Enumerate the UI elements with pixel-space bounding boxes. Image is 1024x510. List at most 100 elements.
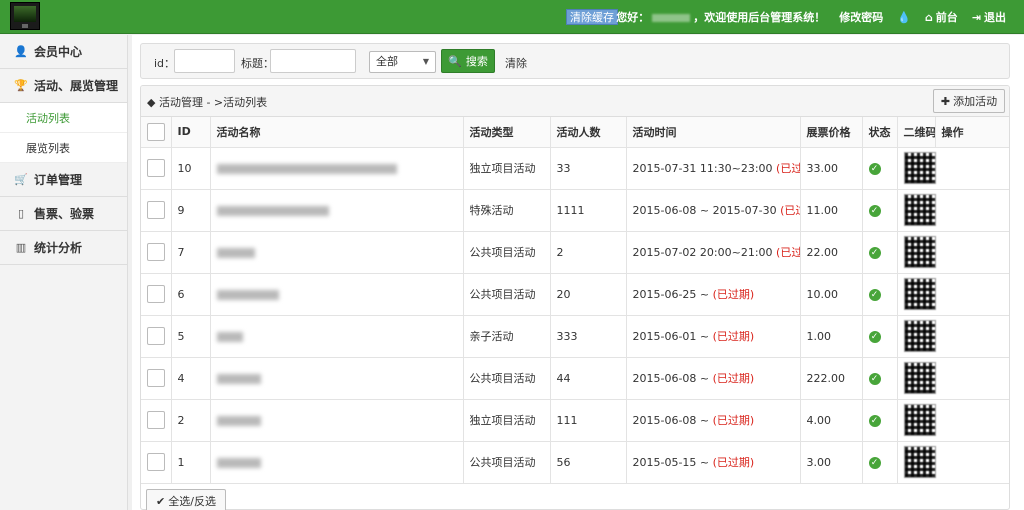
row-checkbox-cell[interactable] [141, 315, 172, 358]
row-id: 10 [171, 147, 211, 190]
sidebar-item-order-management[interactable]: 🛒 订单管理 [0, 163, 127, 197]
qrcode-image[interactable] [903, 194, 936, 226]
panel-header: ◆ 活动管理 - >活动列表 ✚ 添加活动 [141, 86, 1009, 117]
row-count: 111 [550, 399, 627, 442]
type-select[interactable]: 全部 ▼ [369, 51, 436, 73]
qrcode-image[interactable] [903, 362, 936, 394]
expired-tag: (已过期) [776, 162, 799, 175]
row-status: ✓ [862, 189, 898, 232]
row-qrcode [897, 147, 1009, 190]
row-qrcode [897, 189, 1009, 232]
row-qrcode [897, 441, 1009, 484]
qrcode-image[interactable] [903, 404, 936, 436]
title-input[interactable] [270, 49, 356, 73]
name-blurred [216, 457, 261, 468]
select-all-button[interactable]: ✔ 全选/反选 [146, 489, 226, 510]
row-price: 11.00 [800, 189, 863, 232]
row-checkbox[interactable] [147, 201, 165, 219]
activity-table: ID 活动名称 活动类型 活动人数 活动时间 展票价格 状态 二维码 操作 10… [141, 117, 1009, 484]
row-checkbox-cell[interactable] [141, 273, 172, 316]
row-type: 独立项目活动 [463, 147, 551, 190]
col-type: 活动类型 [463, 117, 551, 148]
expired-tag: (已过期) [712, 456, 755, 469]
username-blurred [652, 14, 691, 22]
search-button[interactable]: 🔍 搜索 [441, 49, 495, 73]
check-circle-icon: ✓ [868, 289, 881, 301]
expired-tag: (已过期) [712, 288, 755, 301]
sidebar-item-statistics[interactable]: ▥ 统计分析 [0, 231, 127, 265]
row-time: 2015-06-08 ~ 2015-07-30 (已过期) [626, 189, 801, 232]
table-row: 2 独立项目活动 111 2015-06-08 ~ (已过期) 4.00 ✓ ✎… [141, 399, 1009, 442]
name-blurred [216, 163, 397, 174]
row-checkbox-cell[interactable] [141, 441, 172, 484]
row-price: 3.00 [800, 441, 863, 484]
user-icon: 👤 [14, 45, 28, 58]
expired-tag: (已过期) [712, 414, 755, 427]
qrcode-image[interactable] [903, 236, 936, 268]
col-actions: 操作 [935, 117, 1009, 148]
header-checkbox[interactable] [147, 122, 165, 141]
expired-tag: (已过期) [712, 372, 755, 385]
id-input[interactable] [174, 49, 235, 73]
sidebar-sub-exhibition-list[interactable]: 展览列表 [0, 133, 127, 163]
row-checkbox-cell[interactable] [141, 399, 172, 442]
row-checkbox[interactable] [147, 369, 165, 387]
col-id: ID [171, 117, 211, 148]
row-checkbox[interactable] [147, 327, 165, 345]
name-blurred [216, 415, 261, 426]
qrcode-image[interactable] [903, 278, 936, 310]
row-price: 22.00 [800, 231, 863, 274]
row-qrcode [897, 315, 1009, 358]
header-checkbox-cell[interactable] [141, 117, 172, 148]
qrcode-image[interactable] [903, 446, 936, 478]
ticket-icon: ▯ [17, 207, 25, 220]
qrcode-image[interactable] [903, 152, 936, 184]
clear-cache-button[interactable]: 清除缓存 [566, 9, 618, 25]
row-price: 222.00 [800, 357, 863, 400]
clear-button[interactable]: 清除 [505, 55, 527, 71]
row-checkbox-cell[interactable] [141, 231, 172, 274]
table-row: 10 独立项目活动 33 2015-07-31 11:30~23:00 (已过期… [141, 147, 1009, 190]
row-checkbox[interactable] [147, 411, 165, 429]
name-blurred [216, 331, 243, 342]
sidebar-sub-activity-list[interactable]: 活动列表 [0, 103, 127, 133]
row-checkbox[interactable] [147, 243, 165, 261]
main-content: id： 标题： 全部 ▼ 🔍 搜索 清除 ◆ 活动管理 - >活动列表 ✚ 添加活动 … [132, 35, 1024, 510]
table-row: 9 特殊活动 1111 2015-06-08 ~ 2015-07-30 (已过期… [141, 189, 1009, 232]
drop-icon[interactable]: 💧 [897, 11, 911, 24]
change-password-link[interactable]: 修改密码 [839, 9, 883, 25]
row-checkbox[interactable] [147, 159, 165, 177]
row-checkbox-cell[interactable] [141, 147, 172, 190]
search-icon: 🔍 [448, 54, 462, 68]
breadcrumb: ◆ 活动管理 - >活动列表 [147, 96, 268, 109]
row-id: 5 [171, 315, 211, 358]
name-blurred [216, 289, 279, 300]
row-status: ✓ [862, 147, 898, 190]
row-price: 10.00 [800, 273, 863, 316]
table-row: 4 公共项目活动 44 2015-06-08 ~ (已过期) 222.00 ✓ … [141, 357, 1009, 400]
row-type: 独立项目活动 [463, 399, 551, 442]
sidebar-item-ticket[interactable]: ▯ 售票、验票 [0, 197, 127, 231]
caret-down-icon: ▼ [422, 57, 429, 66]
id-label: id： [154, 57, 176, 70]
row-status: ✓ [862, 357, 898, 400]
row-checkbox-cell[interactable] [141, 189, 172, 232]
top-header: 清除缓存 您好： ，欢迎使用后台管理系统！ 修改密码 💧 ⌂ 前台 ⇥ 退出 [0, 0, 1024, 34]
row-checkbox[interactable] [147, 285, 165, 303]
table-row: 7 公共项目活动 2 2015-07-02 20:00~21:00 (已过期) … [141, 231, 1009, 274]
row-count: 33 [550, 147, 627, 190]
sidebar-item-member-center[interactable]: 👤 会员中心 [0, 35, 127, 69]
row-name [210, 189, 464, 232]
check-icon: ✔ [156, 494, 166, 508]
logout-link[interactable]: ⇥ 退出 [972, 9, 1006, 25]
row-checkbox-cell[interactable] [141, 357, 172, 400]
add-activity-button[interactable]: ✚ 添加活动 [933, 89, 1005, 113]
row-time: 2015-06-08 ~ (已过期) [626, 357, 801, 400]
row-name [210, 399, 464, 442]
frontend-link[interactable]: ⌂ 前台 [925, 9, 958, 25]
row-checkbox[interactable] [147, 453, 165, 471]
sidebar-item-activity-management[interactable]: 🏆 活动、展览管理 [0, 69, 127, 103]
qrcode-image[interactable] [903, 320, 936, 352]
row-qrcode [897, 357, 1009, 400]
col-qrcode: 二维码 [897, 117, 936, 148]
